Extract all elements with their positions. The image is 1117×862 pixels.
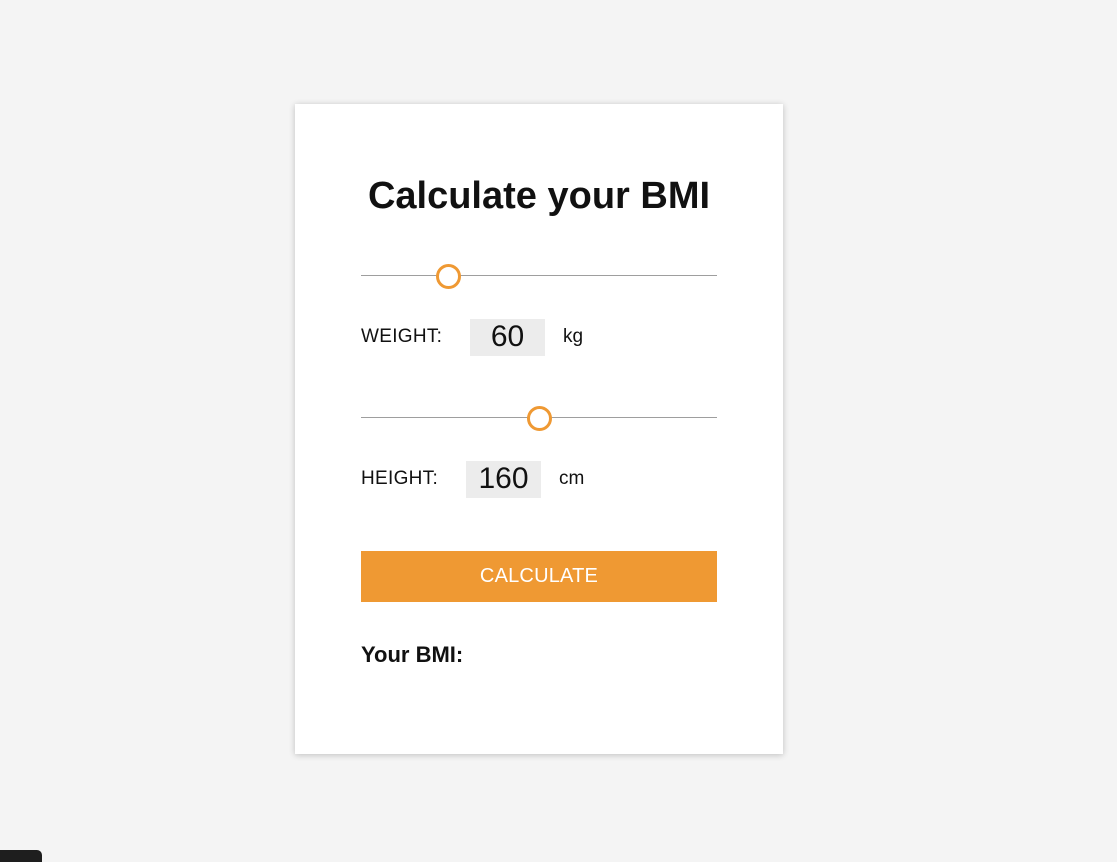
height-value: 160 (466, 460, 541, 498)
corner-tab (0, 850, 42, 862)
weight-slider-thumb[interactable] (436, 264, 462, 289)
bmi-result: Your BMI: (361, 642, 464, 667)
height-label: HEIGHT: (361, 468, 439, 489)
weight-row: WEIGHT: 60 kg (361, 317, 583, 357)
weight-slider[interactable] (361, 264, 717, 289)
weight-value: 60 (470, 318, 545, 356)
height-slider[interactable] (361, 406, 717, 431)
height-slider-thumb[interactable] (527, 406, 552, 431)
bmi-card: Calculate your BMI WEIGHT: 60 kg HEIGHT:… (295, 104, 783, 754)
height-row: HEIGHT: 160 cm (361, 459, 584, 499)
height-unit: cm (559, 468, 585, 489)
calculate-button[interactable]: CALCULATE (361, 551, 717, 602)
weight-slider-track[interactable] (361, 275, 717, 276)
page-title: Calculate your BMI (367, 175, 711, 217)
weight-label: WEIGHT: (361, 326, 443, 347)
weight-unit: kg (563, 326, 584, 347)
